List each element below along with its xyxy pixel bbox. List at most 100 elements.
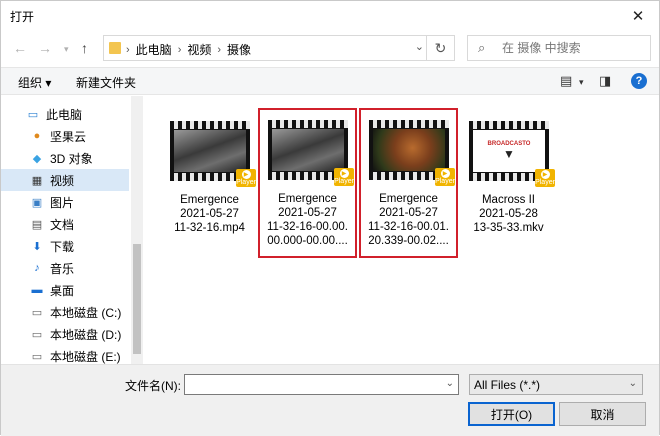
player-badge-icon: ▶ Player <box>435 168 455 186</box>
breadcrumb-separator-icon: › <box>217 43 222 56</box>
breadcrumb: › 此电脑 › 视频 › 摄像 <box>126 41 251 58</box>
breadcrumb-separator-icon: › <box>126 43 130 56</box>
video-thumbnail: BROADCASTO ▼ ▶ Player <box>469 121 555 187</box>
desktop-icon: ▬ <box>31 284 43 296</box>
preview-pane-icon[interactable]: ◨ <box>599 73 611 89</box>
search-box[interactable]: ⌕ <box>467 35 651 61</box>
close-button[interactable]: ✕ <box>617 1 659 31</box>
refresh-button[interactable]: ↻ <box>426 36 454 60</box>
drive-icon: ▭ <box>31 306 43 319</box>
sidebar-item-nutstore[interactable]: ● 坚果云 <box>1 125 129 147</box>
file-item[interactable]: BROADCASTO ▼ ▶ Player Macross II 2021-05-2… <box>461 111 556 256</box>
video-thumbnail: ▶ Player <box>170 121 256 187</box>
sidebar-item-label: 3D 对象 <box>50 151 93 166</box>
file-name: Emergence 2021-05-27 11-32-16-00.00. 00.000… <box>267 193 348 247</box>
badge-label: Player <box>535 179 555 186</box>
sidebar-item-videos[interactable]: ▦ 视频 <box>1 169 129 191</box>
filename-combobox[interactable]: ⌄ <box>184 374 459 395</box>
file-item[interactable]: ▶ Player Emergence 2021-05-27 11-32-16-00.0… <box>359 108 458 258</box>
help-icon[interactable]: ? <box>631 73 647 89</box>
drive-icon: ▭ <box>31 328 43 341</box>
open-file-dialog: 打开 ✕ ← → ▾ ↑ › 此电脑 › 视频 › 摄像 ⌄ ↻ ⌕ 组织 ▾ … <box>0 0 660 436</box>
navigation-bar: ← → ▾ ↑ › 此电脑 › 视频 › 摄像 ⌄ ↻ ⌕ <box>1 31 659 65</box>
sidebar-item-label: 此电脑 <box>46 107 83 122</box>
cancel-button[interactable]: 取消 <box>559 402 646 426</box>
file-item[interactable]: ▶ Player Emergence 2021-05-27 11-32-16-00.0… <box>258 108 357 258</box>
file-list: ▶ Player Emergence 2021-05-27 11-32-16.mp4 … <box>144 96 659 364</box>
file-name: Emergence 2021-05-27 11-32-16-00.01. 20.339… <box>368 193 449 247</box>
video-folder-icon: ▦ <box>31 174 43 187</box>
sidebar-scrollbar[interactable] <box>131 96 143 364</box>
drive-icon: ▭ <box>31 350 43 363</box>
badge-label: Player <box>334 178 354 185</box>
file-name: Emergence 2021-05-27 11-32-16.mp4 <box>174 194 245 234</box>
sidebar-item-label: 图片 <box>50 195 75 210</box>
organize-label: 组织 <box>18 76 43 90</box>
sidebar-item-drive-c[interactable]: ▭ 本地磁盘 (C:) <box>1 301 129 323</box>
music-icon: ♪ <box>34 262 40 274</box>
sidebar-item-label: 下载 <box>50 239 75 254</box>
new-folder-button[interactable]: 新建文件夹 <box>76 74 136 91</box>
sidebar-item-music[interactable]: ♪ 音乐 <box>1 257 129 279</box>
breadcrumb-item-this-pc[interactable]: 此电脑 <box>136 41 172 58</box>
file-type-value: All Files (*.*) <box>474 378 541 392</box>
organize-menu[interactable]: 组织 ▾ <box>18 74 51 91</box>
player-badge-icon: ▶ Player <box>535 169 555 187</box>
file-type-select[interactable]: All Files (*.*) ⌄ <box>469 374 643 395</box>
player-badge-icon: ▶ Player <box>334 168 354 186</box>
chevron-down-icon[interactable]: ⌄ <box>446 378 454 389</box>
folder-icon <box>109 42 121 54</box>
documents-icon: ▤ <box>31 218 43 231</box>
sidebar-item-this-pc[interactable]: ▭ 此电脑 <box>1 103 129 125</box>
address-bar[interactable]: › 此电脑 › 视频 › 摄像 ⌄ ↻ <box>103 35 455 61</box>
dialog-footer: 文件名(N): ⌄ All Files (*.*) ⌄ 打开(O) 取消 <box>1 364 659 436</box>
download-icon: ⬇ <box>32 240 42 253</box>
search-icon: ⌕ <box>478 40 486 55</box>
address-dropdown-icon[interactable]: ⌄ <box>415 40 424 53</box>
video-thumbnail: ▶ Player <box>268 120 354 186</box>
navigation-pane: ▭ 此电脑 ● 坚果云 ◆ 3D 对象 ▦ 视频 ▣ 图片 ▤ 文档 ⬇ 下载 … <box>1 96 131 364</box>
filename-label: 文件名(N): <box>125 379 181 393</box>
3d-objects-icon: ◆ <box>32 152 42 165</box>
sidebar-item-label: 本地磁盘 (C:) <box>50 305 122 320</box>
chevron-down-icon: ⌄ <box>628 378 637 389</box>
badge-label: Player <box>435 178 455 185</box>
recent-locations-chevron-icon[interactable]: ▾ <box>64 44 69 55</box>
sidebar-item-label: 坚果云 <box>50 129 87 144</box>
badge-label: Player <box>236 179 256 186</box>
forward-arrow-icon[interactable]: → <box>38 40 52 56</box>
title-bar: 打开 ✕ <box>1 1 659 31</box>
pictures-icon: ▣ <box>31 196 43 209</box>
sidebar-item-pictures[interactable]: ▣ 图片 <box>1 191 129 213</box>
filename-input[interactable] <box>188 377 438 393</box>
close-icon: ✕ <box>631 8 645 25</box>
view-dropdown-icon[interactable]: ▾ <box>579 77 584 88</box>
file-name: Macross II 2021-05-28 13-35-33.mkv <box>473 194 544 234</box>
search-input[interactable] <box>502 39 642 57</box>
scrollbar-thumb[interactable] <box>133 244 141 354</box>
sidebar-item-drive-d[interactable]: ▭ 本地磁盘 (D:) <box>1 323 129 345</box>
sidebar-item-label: 文档 <box>50 217 75 232</box>
sidebar-item-label: 本地磁盘 (E:) <box>50 349 121 364</box>
breadcrumb-item-videos[interactable]: 视频 <box>187 41 211 58</box>
sidebar-item-downloads[interactable]: ⬇ 下载 <box>1 235 129 257</box>
sidebar-item-drive-e[interactable]: ▭ 本地磁盘 (E:) <box>1 345 129 364</box>
window-title: 打开 <box>10 10 35 24</box>
nutstore-icon: ● <box>33 130 41 142</box>
back-arrow-icon[interactable]: ← <box>13 40 27 56</box>
sidebar-item-3d-objects[interactable]: ◆ 3D 对象 <box>1 147 129 169</box>
video-thumbnail: ▶ Player <box>369 120 455 186</box>
up-arrow-icon[interactable]: ↑ <box>81 40 88 56</box>
file-item[interactable]: ▶ Player Emergence 2021-05-27 11-32-16.mp4 <box>162 111 257 256</box>
sidebar-item-label: 视频 <box>50 173 75 188</box>
player-badge-icon: ▶ Player <box>236 169 256 187</box>
sidebar-item-documents[interactable]: ▤ 文档 <box>1 213 129 235</box>
sidebar-item-label: 音乐 <box>50 261 75 276</box>
refresh-icon: ↻ <box>434 39 447 56</box>
open-button[interactable]: 打开(O) <box>468 402 555 426</box>
toolbar: 组织 ▾ 新建文件夹 ▤ ▾ ◨ ? <box>1 67 659 95</box>
view-options-icon[interactable]: ▤ <box>560 73 572 89</box>
breadcrumb-item-camera[interactable]: 摄像 <box>227 41 251 58</box>
sidebar-item-label: 桌面 <box>50 283 75 298</box>
sidebar-item-desktop[interactable]: ▬ 桌面 <box>1 279 129 301</box>
